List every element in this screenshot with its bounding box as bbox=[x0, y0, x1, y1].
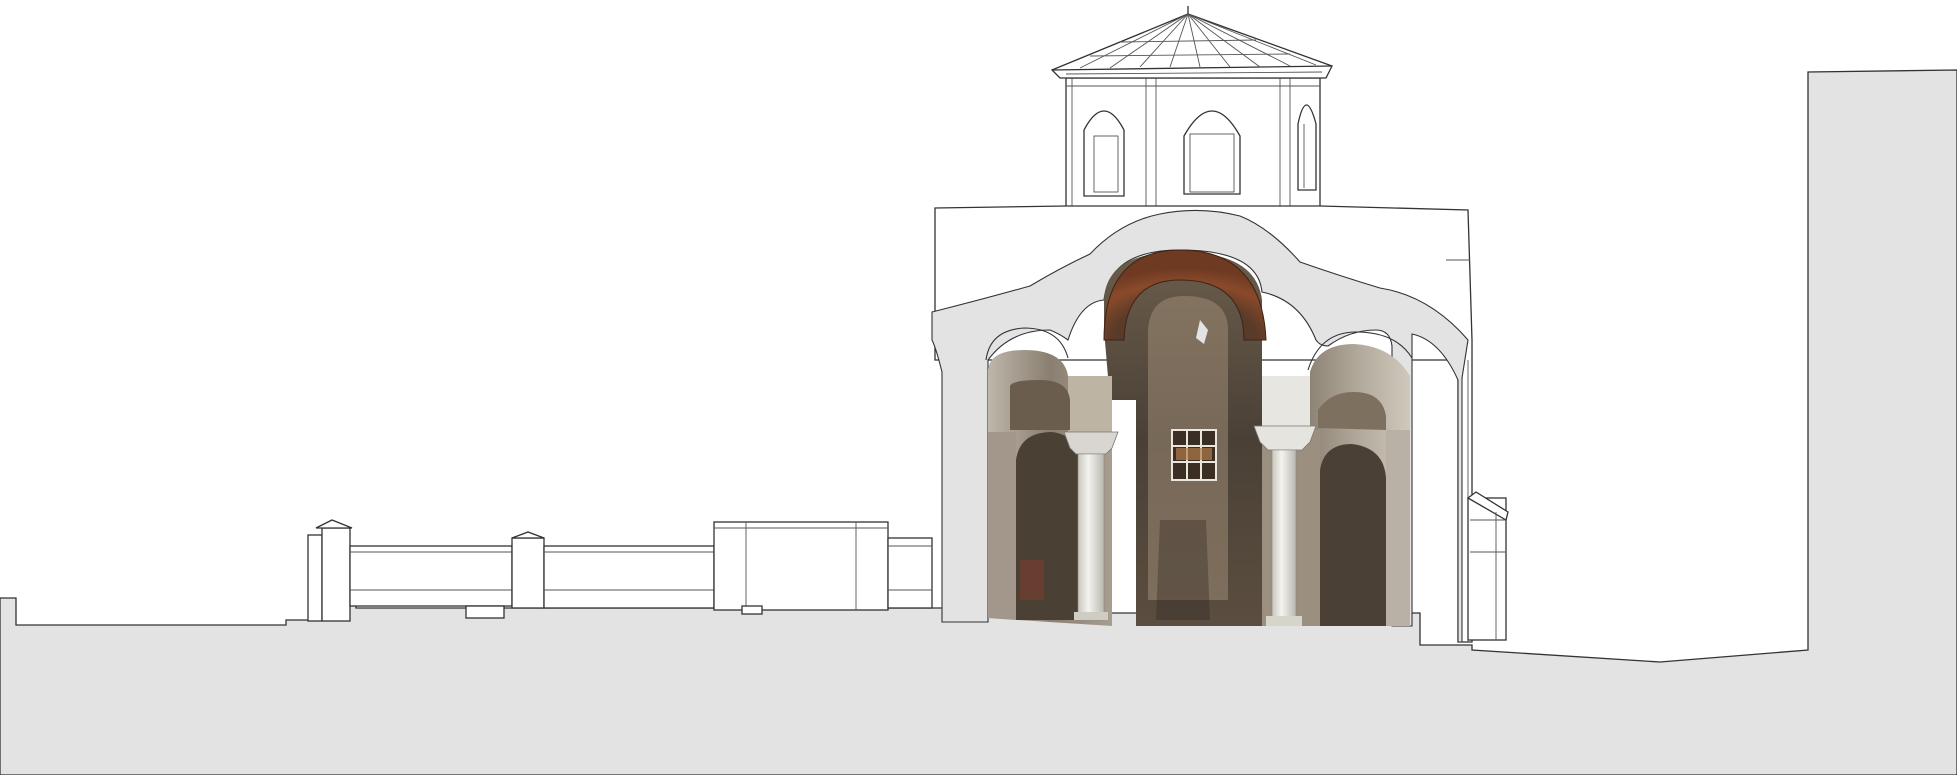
courtyard-wall bbox=[307, 519, 933, 622]
church-section-drawing bbox=[0, 6, 1957, 775]
drum-with-roof bbox=[1050, 6, 1333, 211]
adjacent-building bbox=[1466, 491, 1509, 641]
